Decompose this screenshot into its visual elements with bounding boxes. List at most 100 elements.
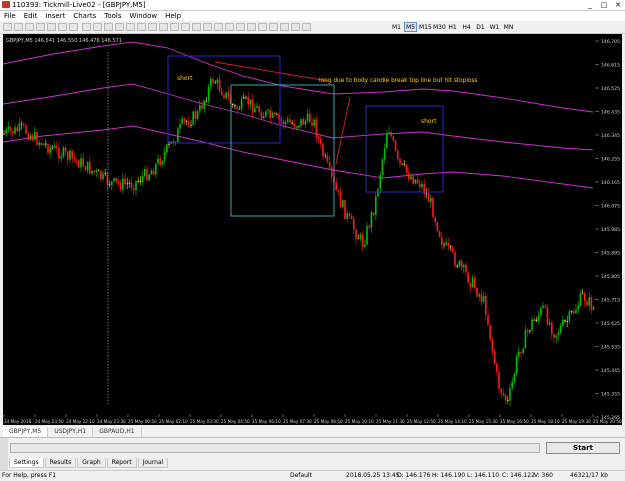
menu-window[interactable]: Window xyxy=(126,11,162,21)
candle-body xyxy=(584,293,586,302)
price-label: 145.715 xyxy=(601,298,620,304)
close-button[interactable]: ✕ xyxy=(611,0,625,10)
candle-body xyxy=(7,126,10,130)
candle-body xyxy=(16,127,18,132)
candle-body xyxy=(190,124,192,126)
tester-icon[interactable] xyxy=(69,23,78,31)
tab-gbpjpy-m5[interactable]: GBPJPY,M5 xyxy=(3,427,49,437)
tile-windows-icon[interactable] xyxy=(137,23,146,31)
line-chart-icon[interactable] xyxy=(104,23,113,31)
price-label: 145.625 xyxy=(601,321,620,327)
candle-body xyxy=(359,234,362,239)
data-window-icon[interactable] xyxy=(36,23,45,31)
tf-d1[interactable]: D1 xyxy=(474,22,487,32)
tf-m15[interactable]: M15 xyxy=(418,22,432,32)
candle-body xyxy=(458,260,461,267)
candle-body xyxy=(542,305,544,309)
annotation-arrow-2 xyxy=(335,96,351,165)
arrows-icon[interactable] xyxy=(302,23,311,31)
candle-body xyxy=(335,182,337,191)
tf-w1[interactable]: W1 xyxy=(488,22,501,32)
candle-body xyxy=(181,118,183,124)
candle-body xyxy=(570,311,573,313)
trendline-icon[interactable] xyxy=(247,23,256,31)
menu-tools[interactable]: Tools xyxy=(100,11,125,21)
fibonacci-icon[interactable] xyxy=(269,23,278,31)
crosshair-icon[interactable] xyxy=(214,23,223,31)
cursor-icon[interactable] xyxy=(203,23,212,31)
market-watch-icon[interactable] xyxy=(25,23,34,31)
candle-body xyxy=(410,176,412,180)
candle-body xyxy=(551,322,553,335)
bar-chart-icon[interactable] xyxy=(82,23,91,31)
menu-file[interactable]: File xyxy=(0,11,20,21)
periods-icon[interactable] xyxy=(181,23,190,31)
candle-body xyxy=(29,135,32,140)
menu-edit[interactable]: Edit xyxy=(20,11,42,21)
tab-usdjpy-h1[interactable]: USDJPY,H1 xyxy=(48,427,94,437)
tab-gbpaud-h1[interactable]: GBPAUD,H1 xyxy=(93,427,142,437)
candle-body xyxy=(240,98,243,109)
candle-body xyxy=(137,180,139,182)
new-chart-icon[interactable] xyxy=(3,23,12,31)
equidistant-channel-icon[interactable] xyxy=(258,23,267,31)
maximize-button[interactable]: □ xyxy=(597,0,611,10)
band-line xyxy=(3,83,594,151)
tab-results[interactable]: Results xyxy=(44,458,77,468)
candle-body xyxy=(254,108,256,113)
candle-body xyxy=(581,293,584,295)
candle-body xyxy=(25,125,27,134)
tab-settings[interactable]: Settings xyxy=(9,458,44,468)
start-button[interactable]: Start xyxy=(546,442,620,454)
vertical-line-icon[interactable] xyxy=(225,23,234,31)
candle-body xyxy=(18,123,21,132)
candle-body xyxy=(177,128,179,142)
candle-body xyxy=(293,123,296,128)
tf-mn[interactable]: MN xyxy=(502,22,515,32)
text-label-icon[interactable] xyxy=(291,23,300,31)
tab-journal[interactable]: Journal xyxy=(137,458,169,468)
navigator-icon[interactable] xyxy=(47,23,56,31)
terminal-icon[interactable] xyxy=(58,23,67,31)
tab-report[interactable]: Report xyxy=(106,458,137,468)
status-help: For Help, press F1 xyxy=(2,472,57,479)
candle-body xyxy=(212,78,214,83)
candle-body xyxy=(265,111,267,117)
candle-body xyxy=(438,231,441,237)
candle-body xyxy=(520,351,522,354)
menu-help[interactable]: Help xyxy=(161,11,185,21)
candle-body xyxy=(485,296,487,315)
tf-m30[interactable]: M30 xyxy=(432,22,446,32)
zoom-out-icon[interactable] xyxy=(126,23,135,31)
candle-body xyxy=(434,217,436,223)
tf-h4[interactable]: H4 xyxy=(460,22,473,32)
status-datetime: 2018.05.25 13:45 xyxy=(346,472,400,479)
candle-body xyxy=(507,400,509,401)
candle-body xyxy=(397,150,399,159)
price-chart[interactable]: GBPJPY,M5 146.541 146.550 146.476 146.57… xyxy=(3,34,622,425)
status-traffic: 46321/17 kb xyxy=(570,472,608,479)
candle-body xyxy=(238,108,241,110)
app-icon xyxy=(2,1,10,8)
templates-icon[interactable] xyxy=(192,23,201,31)
menu-insert[interactable]: Insert xyxy=(41,11,69,21)
status-profile: Default xyxy=(290,472,312,479)
chart-shift-icon[interactable] xyxy=(159,23,168,31)
text-icon[interactable] xyxy=(280,23,289,31)
candle-body xyxy=(355,229,357,239)
price-label: 146.435 xyxy=(601,110,620,116)
tab-graph[interactable]: Graph xyxy=(77,458,106,468)
indicators-icon[interactable] xyxy=(170,23,179,31)
tf-h1[interactable]: H1 xyxy=(446,22,459,32)
horizontal-line-icon[interactable] xyxy=(236,23,245,31)
candle-chart-icon[interactable] xyxy=(93,23,102,31)
candle-body xyxy=(267,109,269,112)
zoom-in-icon[interactable] xyxy=(115,23,124,31)
tf-m5[interactable]: M5 xyxy=(404,22,417,32)
profiles-icon[interactable] xyxy=(14,23,23,31)
menu-charts[interactable]: Charts xyxy=(69,11,100,21)
tf-m1[interactable]: M1 xyxy=(390,22,403,32)
minimize-button[interactable]: _ xyxy=(583,0,597,10)
price-label: 146.255 xyxy=(601,157,620,163)
autoscroll-icon[interactable] xyxy=(148,23,157,31)
